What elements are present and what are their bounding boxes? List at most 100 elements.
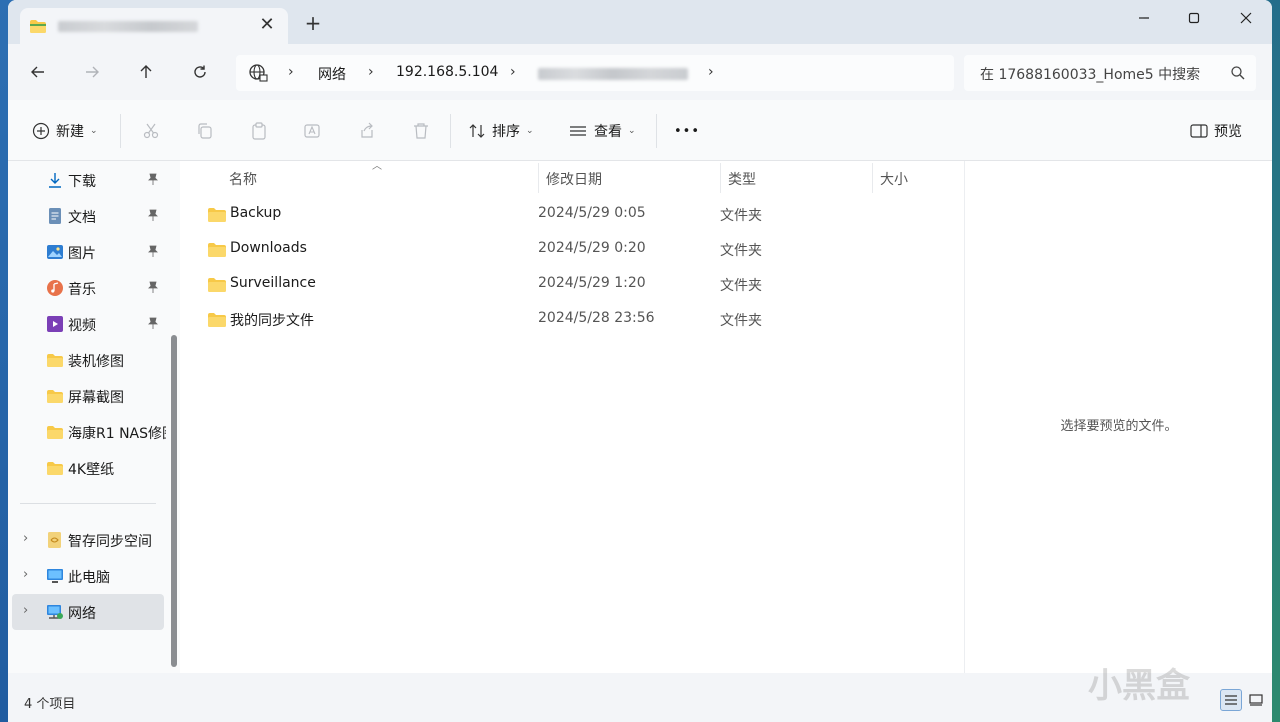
share-button[interactable] bbox=[358, 120, 376, 142]
file-type: 文件夹 bbox=[720, 208, 762, 224]
view-button[interactable]: 查看 ⌄ bbox=[568, 120, 636, 142]
sidebar-divider bbox=[20, 503, 156, 504]
breadcrumb-network[interactable]: 网络 bbox=[318, 64, 346, 84]
arrow-up-icon bbox=[140, 65, 152, 78]
sidebar-item-network[interactable]: › 网络 bbox=[12, 594, 164, 630]
sidebar-item-downloads[interactable]: 下载 bbox=[8, 162, 164, 198]
forward-button[interactable] bbox=[80, 60, 104, 84]
refresh-button[interactable] bbox=[188, 60, 212, 84]
clipboard-icon bbox=[252, 122, 266, 140]
sidebar-item-folder[interactable]: 屏幕截图 bbox=[8, 378, 164, 414]
tiles-view-icon bbox=[1249, 694, 1263, 706]
sidebar-item-pictures[interactable]: 图片 bbox=[8, 234, 164, 270]
download-icon bbox=[49, 173, 61, 188]
rename-button[interactable] bbox=[304, 120, 322, 142]
details-view-button[interactable] bbox=[1220, 689, 1242, 711]
copy-button[interactable] bbox=[196, 120, 214, 142]
title-bar: ✕ + bbox=[8, 0, 1272, 44]
up-button[interactable] bbox=[134, 60, 158, 84]
sidebar-item-documents[interactable]: 文档 bbox=[8, 198, 164, 234]
tab-current[interactable]: ✕ bbox=[20, 8, 288, 44]
sidebar-item-sync-space[interactable]: › 智存同步空间 bbox=[8, 522, 164, 558]
chevron-right-icon[interactable]: › bbox=[23, 603, 28, 618]
breadcrumb-ip[interactable]: 192.168.5.104 bbox=[396, 64, 498, 80]
watermark-text: 小黑盒 bbox=[1088, 666, 1190, 706]
chevron-down-icon: ⌄ bbox=[526, 126, 534, 136]
column-header-size[interactable]: 大小 bbox=[880, 169, 908, 189]
folder-icon bbox=[208, 208, 226, 222]
sidebar-item-folder[interactable]: 装机修图 bbox=[8, 342, 164, 378]
document-icon bbox=[49, 208, 61, 224]
more-options-button[interactable]: ••• bbox=[674, 120, 700, 142]
sidebar-item-videos[interactable]: 视频 bbox=[8, 306, 164, 342]
search-input[interactable]: 在 17688160033_Home5 中搜索 bbox=[964, 55, 1256, 91]
preview-pane: 选择要预览的文件。 bbox=[964, 161, 1272, 673]
chevron-right-icon[interactable]: › bbox=[23, 531, 28, 546]
new-button-label: 新建 bbox=[56, 124, 84, 140]
toolbar-divider bbox=[120, 114, 121, 148]
column-header-date[interactable]: 修改日期 bbox=[546, 169, 602, 189]
back-button[interactable] bbox=[26, 60, 50, 84]
sort-button[interactable]: 排序 ⌄ bbox=[468, 120, 534, 142]
new-tab-button[interactable]: + bbox=[304, 13, 322, 33]
close-button[interactable] bbox=[1232, 8, 1260, 28]
chevron-right-icon[interactable]: › bbox=[23, 567, 28, 582]
minimize-button[interactable] bbox=[1130, 8, 1158, 28]
sidebar-scrollbar[interactable] bbox=[171, 335, 177, 667]
sidebar-item-folder[interactable]: 4K壁纸 bbox=[8, 450, 164, 486]
new-button[interactable]: 新建 ⌄ bbox=[32, 120, 98, 142]
pin-icon[interactable] bbox=[148, 173, 158, 188]
sidebar-item-music[interactable]: 音乐 bbox=[8, 270, 164, 306]
toolbar-divider bbox=[656, 114, 657, 148]
trash-icon bbox=[414, 123, 428, 139]
status-bar: 4 个项目 bbox=[8, 673, 1272, 722]
preview-pane-button[interactable]: 预览 bbox=[1190, 120, 1242, 142]
sidebar-item-label: 智存同步空间 bbox=[68, 534, 152, 550]
column-divider[interactable] bbox=[720, 163, 721, 193]
column-divider[interactable] bbox=[872, 163, 873, 193]
plus-circle-icon bbox=[32, 122, 50, 140]
column-divider[interactable] bbox=[538, 163, 539, 193]
more-icon: ••• bbox=[674, 123, 701, 139]
maximize-button[interactable] bbox=[1180, 8, 1208, 28]
breadcrumb-separator[interactable]: › bbox=[288, 64, 294, 80]
breadcrumb-separator[interactable]: › bbox=[510, 64, 516, 80]
table-row[interactable]: 我的同步文件 2024/5/28 23:56 文件夹 bbox=[200, 302, 948, 337]
sidebar-item-this-pc[interactable]: › 此电脑 bbox=[8, 558, 164, 594]
paste-button[interactable] bbox=[250, 120, 268, 142]
delete-button[interactable] bbox=[412, 120, 430, 142]
preview-pane-label: 预览 bbox=[1214, 124, 1242, 140]
chevron-down-icon: ⌄ bbox=[628, 126, 636, 136]
explorer-window: ✕ + › 网络 › 192.168.5.104 › › 在 176881600… bbox=[8, 0, 1272, 722]
cut-button[interactable] bbox=[142, 120, 160, 142]
folder-icon bbox=[47, 462, 63, 475]
table-row[interactable]: Downloads 2024/5/29 0:20 文件夹 bbox=[200, 232, 948, 267]
sidebar-item-label: 屏幕截图 bbox=[68, 390, 124, 406]
folder-icon bbox=[30, 20, 46, 33]
table-row[interactable]: Backup 2024/5/29 0:05 文件夹 bbox=[200, 197, 948, 232]
breadcrumb-redacted[interactable] bbox=[538, 68, 688, 80]
view-list-icon bbox=[570, 126, 586, 136]
sidebar-item-label: 4K壁纸 bbox=[68, 462, 115, 478]
column-header-name[interactable]: 名称 bbox=[229, 169, 257, 189]
address-bar[interactable]: › 网络 › 192.168.5.104 › › bbox=[236, 55, 954, 91]
music-icon bbox=[47, 280, 63, 296]
toolbar-divider bbox=[450, 114, 451, 148]
sidebar-item-folder[interactable]: 海康R1 NAS修图 bbox=[8, 414, 166, 450]
this-pc-icon bbox=[47, 569, 63, 583]
breadcrumb-separator[interactable]: › bbox=[708, 64, 714, 80]
folder-icon bbox=[47, 426, 63, 439]
sidebar-item-label: 海康R1 NAS修图 bbox=[68, 426, 166, 442]
sidebar-item-label: 网络 bbox=[68, 606, 96, 622]
pin-icon[interactable] bbox=[148, 209, 158, 224]
file-type: 文件夹 bbox=[720, 243, 762, 259]
tab-close-button[interactable]: ✕ bbox=[258, 16, 276, 34]
pin-icon[interactable] bbox=[148, 317, 158, 332]
pin-icon[interactable] bbox=[148, 245, 158, 260]
file-name: Backup bbox=[230, 205, 282, 221]
column-header-type[interactable]: 类型 bbox=[728, 169, 756, 189]
pin-icon[interactable] bbox=[148, 281, 158, 296]
tiles-view-button[interactable] bbox=[1246, 689, 1266, 711]
breadcrumb-separator[interactable]: › bbox=[368, 64, 374, 80]
table-row[interactable]: Surveillance 2024/5/29 1:20 文件夹 bbox=[200, 267, 948, 302]
